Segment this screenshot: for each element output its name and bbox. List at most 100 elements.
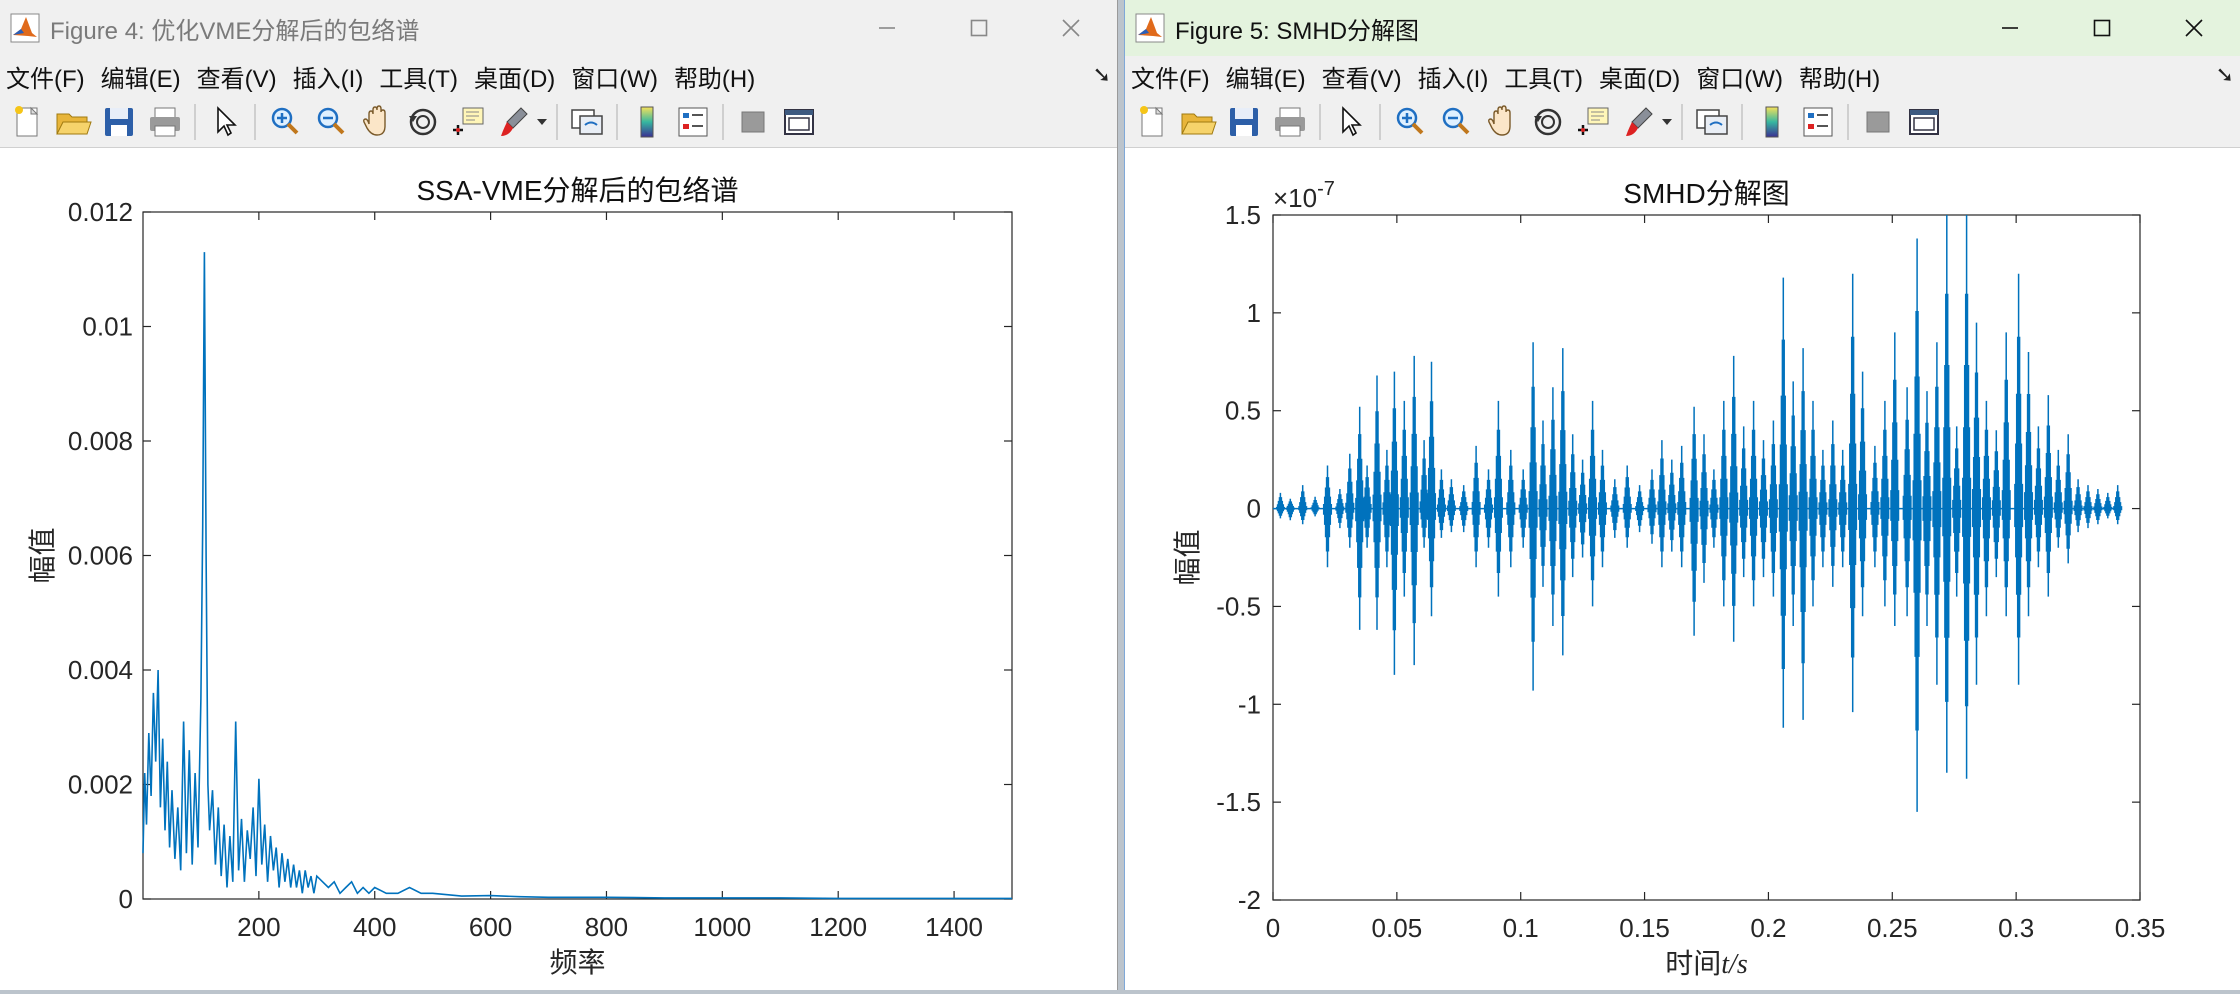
chevron-down-icon xyxy=(1662,118,1672,125)
data-cursor-button[interactable] xyxy=(1574,102,1614,142)
close-button[interactable] xyxy=(2148,0,2240,56)
save-button[interactable] xyxy=(1224,102,1264,142)
colorbar-button[interactable] xyxy=(627,102,667,142)
x-tick-label: 800 xyxy=(585,912,628,942)
x-tick-label: 0.1 xyxy=(1503,913,1539,943)
save-icon xyxy=(105,107,133,136)
title-bar[interactable]: Figure 4: 优化VME分解后的包络谱 xyxy=(0,0,1117,56)
y-tick-label: 0.004 xyxy=(68,655,133,685)
link-plot-button[interactable] xyxy=(567,102,607,142)
menu-insert[interactable]: 插入(I) xyxy=(1410,59,1497,94)
brush-dropdown[interactable] xyxy=(1659,102,1675,142)
maximize-button[interactable] xyxy=(2056,0,2148,56)
select-arrow-button[interactable] xyxy=(205,102,245,142)
legend-button[interactable] xyxy=(673,102,713,142)
brush-button[interactable] xyxy=(1620,102,1660,142)
menu-edit[interactable]: 编辑(E) xyxy=(1218,59,1314,94)
link-plot-button[interactable] xyxy=(1692,102,1732,142)
menu-help[interactable]: 帮助(H) xyxy=(1791,59,1888,94)
toolbar-separator xyxy=(254,103,256,140)
hide-plot-tools-button[interactable] xyxy=(1858,102,1898,142)
pan-hand-icon xyxy=(1488,104,1511,136)
y-tick-label: -0.5 xyxy=(1216,591,1261,621)
close-button[interactable] xyxy=(1025,0,1117,56)
menu-edit[interactable]: 编辑(E) xyxy=(93,59,189,94)
save-button[interactable] xyxy=(99,102,139,142)
figure-4-window: Figure 4: 优化VME分解后的包络谱 文件(F) 编辑(E) 查看(V)… xyxy=(0,0,1118,990)
menu-view[interactable]: 查看(V) xyxy=(189,59,285,94)
zoom-out-button[interactable] xyxy=(1436,102,1476,142)
rotate-3d-button[interactable] xyxy=(403,102,443,142)
x-tick-label: 400 xyxy=(353,912,396,942)
plot-area: 0 0.05 0.1 0.15 0.2 0.25 0.3 0.35 -2 -1.5 -1 -0.5 0 0… xyxy=(1125,149,2240,990)
envelope-spectrum-chart: 200 400 600 800 1000 1200 1400 0 0.002 0.004 0.006… xyxy=(27,175,1013,978)
menu-desktop[interactable]: 桌面(D) xyxy=(1591,59,1688,94)
menu-window[interactable]: 窗口(W) xyxy=(563,59,666,94)
hide-plot-tools-button[interactable] xyxy=(733,102,773,142)
zoom-out-icon xyxy=(317,107,345,134)
print-button[interactable] xyxy=(145,102,185,142)
select-arrow-button[interactable] xyxy=(1330,102,1370,142)
data-cursor-button[interactable] xyxy=(449,102,489,142)
pan-hand-button[interactable] xyxy=(1482,102,1522,142)
figure-toolbar xyxy=(1125,96,2240,148)
open-file-button[interactable] xyxy=(1178,102,1218,142)
y-tick-label: 0.006 xyxy=(68,541,133,571)
title-bar[interactable]: Figure 5: SMHD分解图 xyxy=(1125,0,2240,56)
zoom-in-button[interactable] xyxy=(1390,102,1430,142)
new-figure-button[interactable] xyxy=(7,102,47,142)
toolbar-separator xyxy=(1741,103,1743,140)
y-axis-label: 幅值 xyxy=(27,527,58,583)
menu-view[interactable]: 查看(V) xyxy=(1314,59,1410,94)
window-title: Figure 4: 优化VME分解后的包络谱 xyxy=(50,17,420,45)
menu-tools[interactable]: 工具(T) xyxy=(1496,59,1591,94)
chart-title: SMHD分解图 xyxy=(1623,178,1789,209)
colorbar-button[interactable] xyxy=(1752,102,1792,142)
figure-toolbar xyxy=(0,96,1117,148)
x-tick-label: 0.2 xyxy=(1750,913,1786,943)
menu-tools[interactable]: 工具(T) xyxy=(371,59,466,94)
maximize-button[interactable] xyxy=(933,0,1025,56)
x-tick-label: 600 xyxy=(469,912,512,942)
x-tick-label: 0.05 xyxy=(1372,913,1423,943)
open-file-button[interactable] xyxy=(53,102,93,142)
hide-plot-tools-icon xyxy=(1866,111,1890,132)
menu-desktop[interactable]: 桌面(D) xyxy=(466,59,563,94)
y-tick-label: 1 xyxy=(1247,298,1261,328)
x-tick-label: 1000 xyxy=(693,912,751,942)
chevron-down-icon xyxy=(537,118,547,125)
new-figure-icon xyxy=(1140,105,1164,136)
zoom-in-button[interactable] xyxy=(265,102,305,142)
rotate-3d-icon xyxy=(1534,108,1562,135)
legend-button[interactable] xyxy=(1798,102,1838,142)
brush-dropdown[interactable] xyxy=(534,102,550,142)
x-tick-label: 0 xyxy=(1266,913,1280,943)
new-figure-button[interactable] xyxy=(1132,102,1172,142)
hide-plot-tools-icon xyxy=(741,111,765,132)
pan-hand-icon xyxy=(363,104,386,136)
zoom-out-button[interactable] xyxy=(311,102,351,142)
dock-arrow-icon[interactable]: ➘ xyxy=(2216,62,2234,88)
link-plot-icon xyxy=(571,108,603,135)
toolbar-separator xyxy=(722,103,724,140)
toolbar-separator xyxy=(1379,103,1381,140)
show-plot-tools-button[interactable] xyxy=(1904,102,1944,142)
chart-title: SSA-VME分解后的包络谱 xyxy=(416,175,738,206)
minimize-button[interactable] xyxy=(841,0,933,56)
menu-help[interactable]: 帮助(H) xyxy=(666,59,763,94)
open-file-icon xyxy=(1181,113,1217,134)
menu-file[interactable]: 文件(F) xyxy=(1125,59,1218,94)
zoom-out-icon xyxy=(1442,107,1470,134)
y-tick-label: 0 xyxy=(119,884,133,914)
rotate-3d-button[interactable] xyxy=(1528,102,1568,142)
axes-box xyxy=(142,211,1013,900)
print-button[interactable] xyxy=(1270,102,1310,142)
minimize-button[interactable] xyxy=(1964,0,2056,56)
show-plot-tools-button[interactable] xyxy=(779,102,819,142)
dock-arrow-icon[interactable]: ➘ xyxy=(1093,62,1111,88)
menu-window[interactable]: 窗口(W) xyxy=(1688,59,1791,94)
pan-hand-button[interactable] xyxy=(357,102,397,142)
menu-insert[interactable]: 插入(I) xyxy=(285,59,372,94)
menu-file[interactable]: 文件(F) xyxy=(0,59,93,94)
brush-button[interactable] xyxy=(495,102,535,142)
